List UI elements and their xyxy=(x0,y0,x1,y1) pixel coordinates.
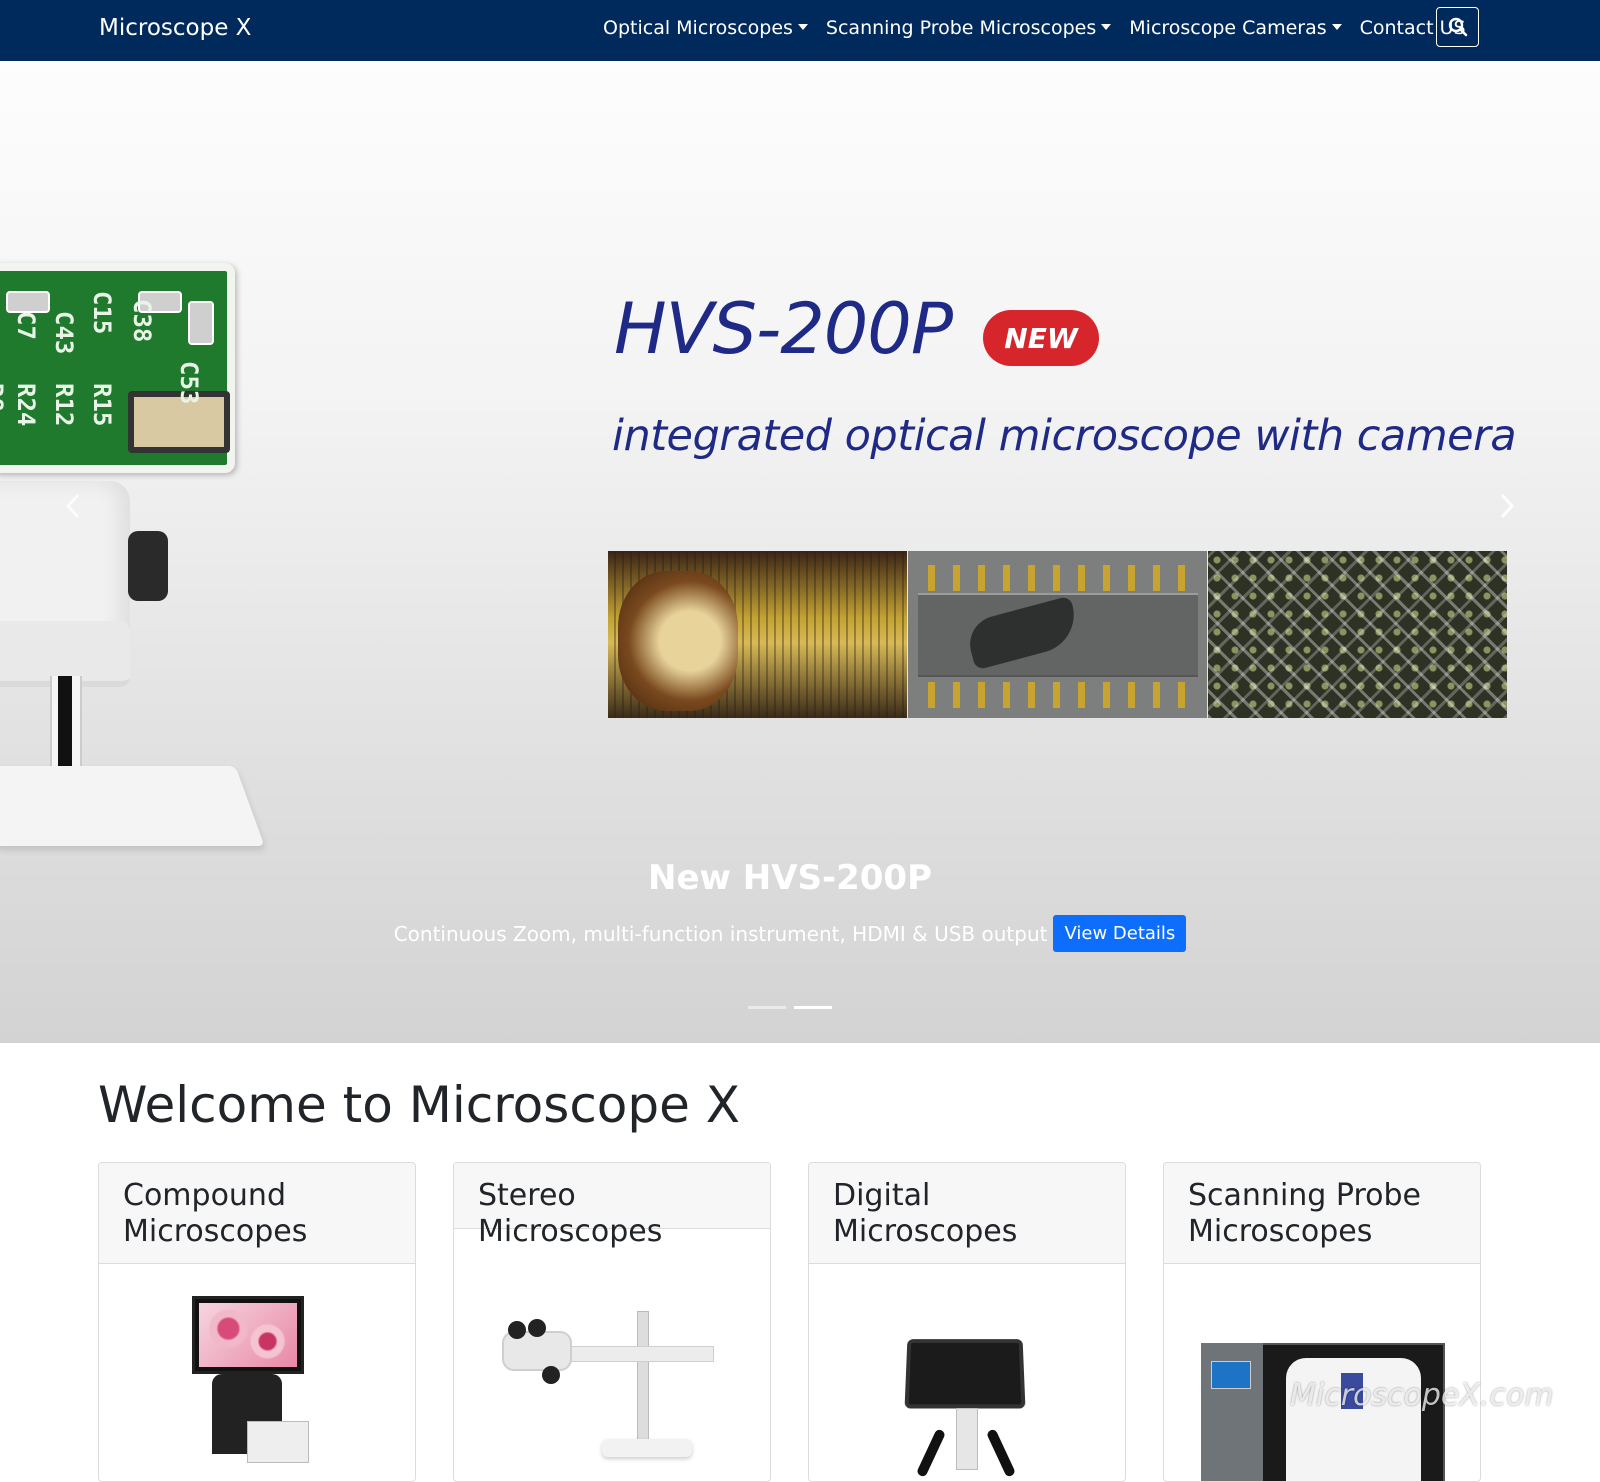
boom-arm xyxy=(562,1346,714,1362)
main-nav: Optical Microscopes Scanning Probe Micro… xyxy=(603,16,1484,40)
nav-scanning-probe-microscopes[interactable]: Scanning Probe Microscopes xyxy=(825,16,1112,40)
stand-base xyxy=(602,1439,692,1457)
page-title: Welcome to Microscope X xyxy=(98,1076,741,1134)
pcb-label: R12 xyxy=(50,383,78,427)
objective-lens xyxy=(542,1366,560,1384)
carousel-caption-title: New HVS-200P xyxy=(647,858,933,898)
card-title[interactable]: Compound Microscopes xyxy=(99,1163,415,1264)
card-digital-microscopes[interactable]: Digital Microscopes xyxy=(808,1162,1126,1482)
caret-down-icon xyxy=(797,23,808,30)
pcb-label: C43 xyxy=(50,311,78,355)
view-details-button[interactable]: View Details xyxy=(1053,915,1187,952)
slide-tagline: integrated optical microscope with camer… xyxy=(612,411,1517,461)
carousel-caption-text: Continuous Zoom, multi-function instrume… xyxy=(393,921,1048,946)
carousel-next-button[interactable] xyxy=(1492,481,1522,531)
new-badge: NEW xyxy=(983,310,1099,366)
carousel-indicator-1[interactable] xyxy=(748,1006,786,1009)
card-title[interactable]: Scanning Probe Microscopes xyxy=(1164,1163,1480,1264)
carousel-indicator-2[interactable] xyxy=(794,1006,832,1009)
panel-screen xyxy=(1211,1361,1251,1389)
carousel-prev-button[interactable] xyxy=(58,481,88,531)
caret-down-icon xyxy=(1331,23,1342,30)
pcb-label: R15 xyxy=(88,383,116,427)
sample-image-chip xyxy=(908,551,1207,718)
chip-pins xyxy=(928,682,1188,708)
sample-image-coil xyxy=(608,551,907,718)
pcb-screen-image: C7 C43 C15 C38 C53 R15 R12 R24 R8 xyxy=(0,263,235,473)
carousel-caption: Continuous Zoom, multi-function instrume… xyxy=(0,915,1580,952)
microscope-stage xyxy=(247,1421,309,1463)
card-title[interactable]: Stereo Microscopes xyxy=(454,1163,770,1249)
chip-pins xyxy=(928,565,1188,591)
caret-down-icon xyxy=(1101,23,1112,30)
pcb-label: C38 xyxy=(128,299,156,343)
watermark: MicroscopeX.com xyxy=(1290,1378,1554,1413)
chevron-right-icon xyxy=(1500,493,1515,519)
carousel-indicators xyxy=(748,1006,832,1009)
search-icon xyxy=(1448,17,1467,37)
pcb-label: R8 xyxy=(0,383,8,412)
card-stereo-microscopes[interactable]: Stereo Microscopes xyxy=(453,1162,771,1482)
nav-label: Optical Microscopes xyxy=(603,17,793,39)
slide-product-name: HVS-200P xyxy=(614,288,953,370)
light-arm xyxy=(915,1428,947,1478)
nav-microscope-cameras[interactable]: Microscope Cameras xyxy=(1129,16,1342,40)
nav-optical-microscopes[interactable]: Optical Microscopes xyxy=(603,16,808,40)
light-arm xyxy=(985,1428,1017,1478)
microscope-display xyxy=(904,1339,1026,1409)
microscope-screen xyxy=(192,1296,304,1374)
pcb-component xyxy=(188,301,214,345)
card-title[interactable]: Digital Microscopes xyxy=(809,1163,1125,1264)
brand-logo[interactable]: Microscope X xyxy=(99,12,251,44)
sample-image-mesh xyxy=(1208,551,1507,718)
card-scanning-probe-microscopes[interactable]: Scanning Probe Microscopes xyxy=(1163,1162,1481,1482)
microscope-base xyxy=(0,766,265,846)
eyepiece xyxy=(528,1319,546,1337)
pcb-label: C7 xyxy=(12,311,40,340)
pcb-label: C53 xyxy=(175,361,203,405)
focus-knob xyxy=(128,531,168,601)
search-button[interactable] xyxy=(1436,7,1479,47)
nav-label: Scanning Probe Microscopes xyxy=(825,17,1097,39)
top-navbar: Microscope X Optical Microscopes Scannin… xyxy=(0,0,1600,61)
hero-carousel: C7 C43 C15 C38 C53 R15 R12 R24 R8 HVS-20… xyxy=(0,61,1600,1043)
card-compound-microscopes[interactable]: Compound Microscopes xyxy=(98,1162,416,1482)
pcb-label: R24 xyxy=(12,383,40,427)
pcb-label: C15 xyxy=(88,291,116,335)
microscope-stand xyxy=(956,1408,978,1470)
pcb-component xyxy=(6,291,50,313)
nav-label: Microscope Cameras xyxy=(1129,17,1327,39)
chevron-left-icon xyxy=(65,493,80,519)
eyepiece xyxy=(508,1321,526,1339)
stand-pole xyxy=(637,1311,649,1453)
